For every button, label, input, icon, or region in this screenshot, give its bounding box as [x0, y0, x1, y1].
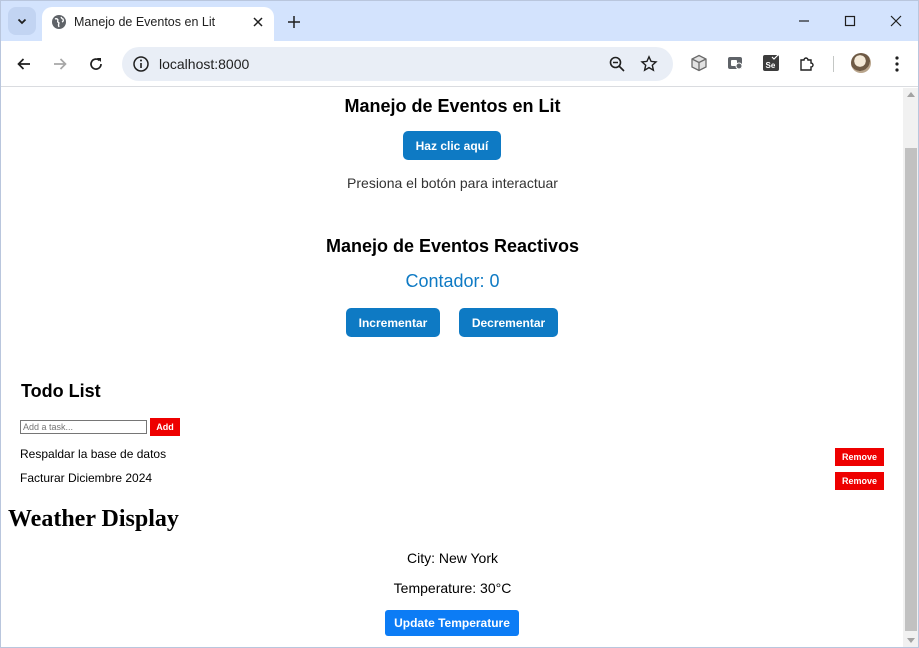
globe-icon — [52, 15, 66, 29]
maximize-icon — [844, 15, 856, 27]
scrollbar-thumb[interactable] — [905, 148, 917, 631]
todo-item-text: Respaldar la base de datos — [20, 447, 167, 461]
task-input[interactable] — [20, 420, 147, 434]
weather-heading: Weather Display — [8, 506, 179, 532]
page-viewport: Manejo de Eventos en Lit Haz clic aquí P… — [2, 88, 903, 647]
toolbar-separator — [833, 56, 834, 72]
reload-icon — [90, 58, 102, 70]
click-here-button[interactable]: Haz clic aquí — [403, 131, 501, 160]
svg-text:Se: Se — [766, 61, 776, 70]
scroll-up-arrow-icon[interactable] — [907, 92, 915, 97]
new-tab-button[interactable] — [283, 11, 305, 33]
selenium-extension-icon[interactable]: Se — [761, 53, 781, 73]
scroll-down-arrow-icon[interactable] — [907, 638, 915, 643]
minimize-icon — [799, 20, 809, 22]
tab-close-button[interactable] — [249, 13, 267, 31]
temperature-text: Temperature: 30°C — [393, 580, 512, 596]
chevron-down-icon — [17, 18, 27, 25]
maximize-button[interactable] — [838, 9, 862, 33]
close-icon — [253, 17, 263, 27]
address-bar[interactable]: localhost:8000 — [122, 47, 673, 81]
reactive-heading: Manejo de Eventos Reactivos — [325, 236, 580, 256]
browser-window: Manejo de Eventos en Lit localhost:8000 … — [0, 0, 919, 648]
events-heading: Manejo de Eventos en Lit — [344, 96, 561, 116]
city-text: City: New York — [406, 550, 499, 566]
cube-extension-icon[interactable] — [689, 53, 709, 73]
arrow-left-icon — [17, 58, 30, 70]
plus-icon — [288, 16, 300, 28]
minimize-button[interactable] — [792, 9, 816, 33]
back-button[interactable] — [12, 52, 36, 76]
puzzle-extensions-icon[interactable] — [797, 53, 817, 73]
add-task-button[interactable]: Add — [150, 418, 180, 436]
url-text[interactable]: localhost:8000 — [159, 56, 249, 72]
tab-active[interactable]: Manejo de Eventos en Lit — [42, 7, 274, 41]
recorder-extension-icon[interactable] — [725, 53, 745, 73]
remove-task-button[interactable]: Remove — [835, 448, 884, 466]
reload-button[interactable] — [84, 52, 108, 76]
menu-button[interactable] — [885, 52, 909, 76]
kebab-menu-icon — [895, 56, 899, 72]
profile-avatar[interactable] — [851, 53, 871, 73]
increment-button[interactable]: Incrementar — [346, 308, 440, 337]
arrow-right-icon — [54, 58, 67, 70]
tab-title: Manejo de Eventos en Lit — [74, 15, 216, 29]
close-icon — [890, 15, 902, 27]
counter-display: Contador: 0 — [405, 271, 500, 291]
tab-strip: Manejo de Eventos en Lit — [1, 1, 918, 41]
page-scrollbar[interactable] — [903, 88, 918, 647]
todo-item-text: Facturar Diciembre 2024 — [20, 471, 153, 485]
todo-heading: Todo List — [21, 381, 101, 401]
star-icon[interactable] — [640, 55, 658, 73]
forward-button[interactable] — [48, 52, 72, 76]
remove-task-button[interactable]: Remove — [835, 472, 884, 490]
tab-search-button[interactable] — [8, 7, 36, 35]
browser-toolbar: localhost:8000 Se — [1, 41, 918, 87]
site-info-icon[interactable] — [132, 55, 150, 73]
events-message: Presiona el botón para interactuar — [347, 175, 558, 191]
close-window-button[interactable] — [884, 9, 908, 33]
decrement-button[interactable]: Decrementar — [459, 308, 558, 337]
zoom-icon[interactable] — [608, 55, 626, 73]
update-temperature-button[interactable]: Update Temperature — [385, 610, 519, 636]
